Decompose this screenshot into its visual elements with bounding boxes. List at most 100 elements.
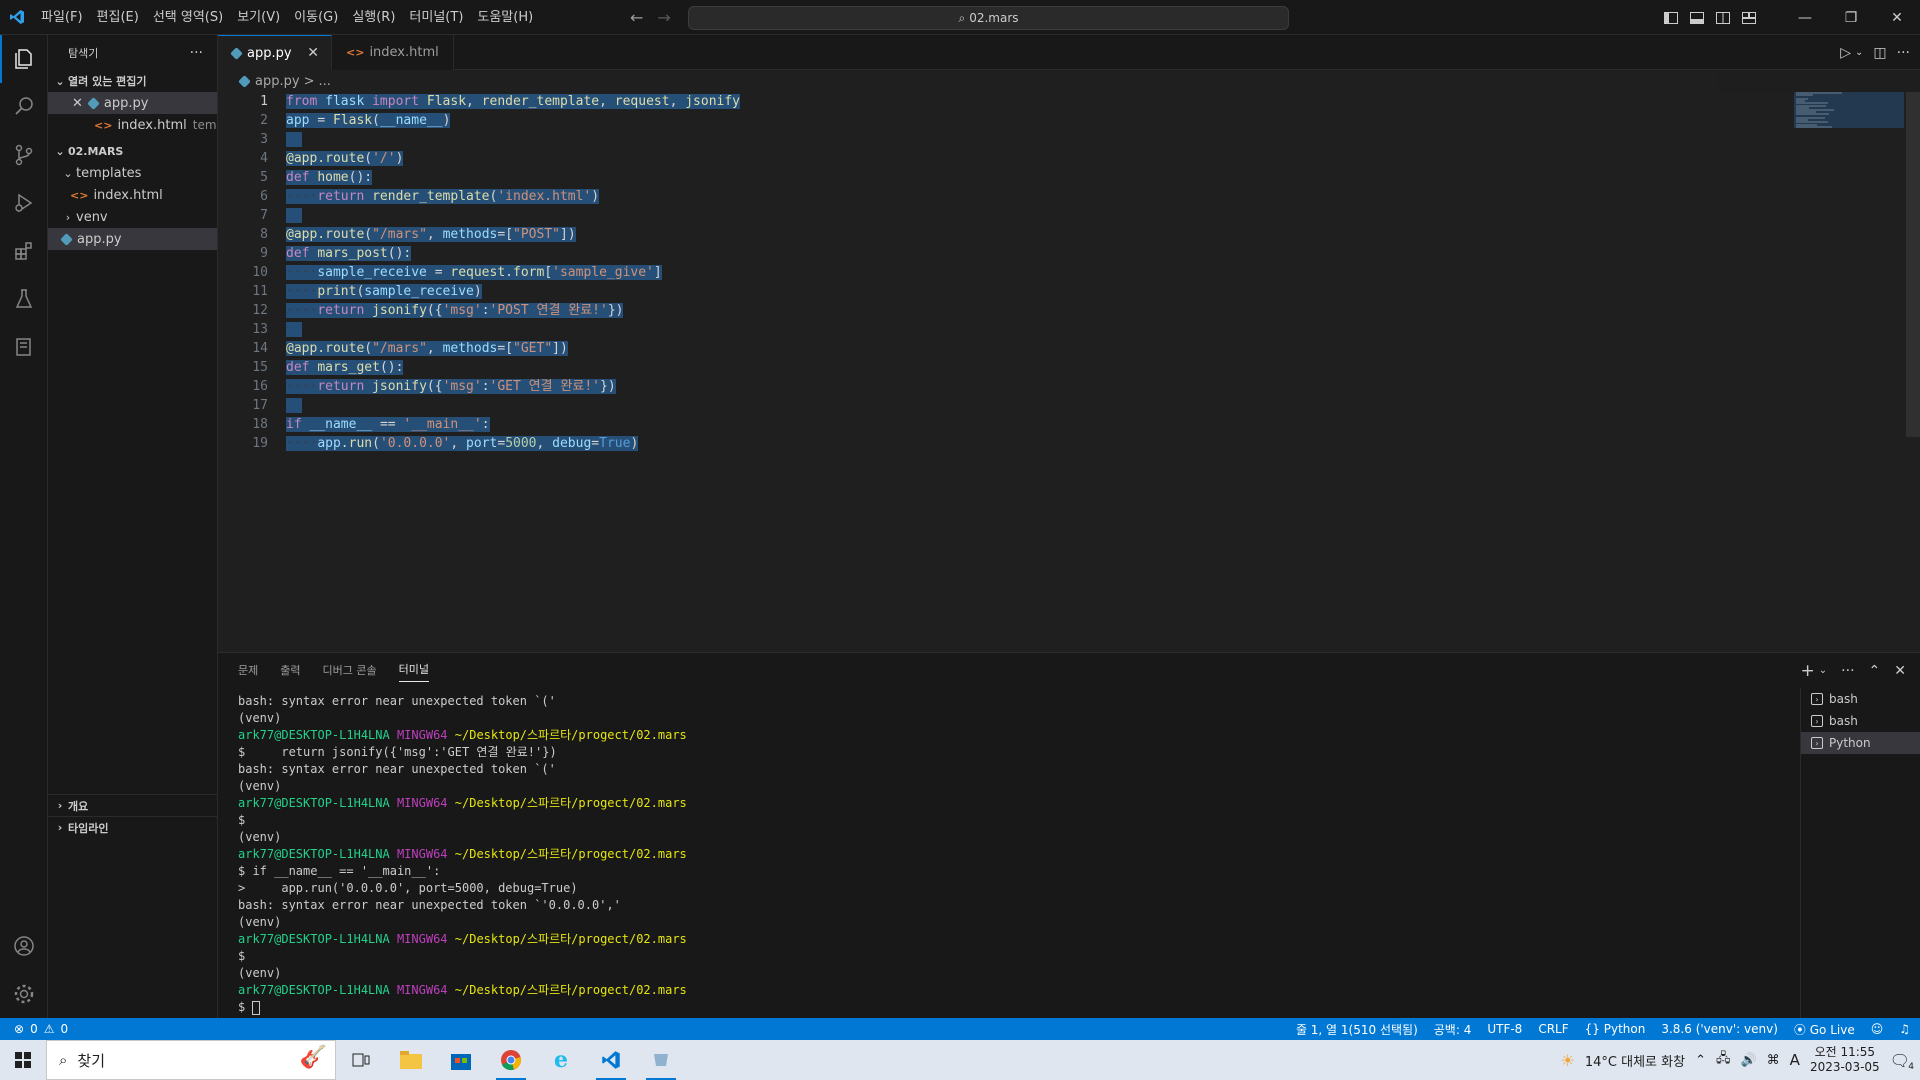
toggle-panel-icon[interactable] — [1684, 0, 1710, 35]
language-mode[interactable]: {} Python — [1585, 1022, 1646, 1036]
breadcrumb-file[interactable]: app.py — [255, 74, 300, 89]
menu-item[interactable]: 도움말(H) — [470, 0, 540, 35]
code-line[interactable]: ····return jsonify({'msg':'GET 연결 완료!'}) — [286, 377, 740, 396]
tab-app-py[interactable]: app.py ✕ — [218, 35, 332, 70]
microsoft-store-icon[interactable] — [436, 1040, 486, 1080]
terminal-instance[interactable]: › bash — [1801, 710, 1920, 732]
menu-item[interactable]: 선택 영역(S) — [146, 0, 230, 35]
internet-explorer-icon[interactable]: e — [536, 1040, 586, 1080]
toggle-secondary-sidebar-icon[interactable] — [1710, 0, 1736, 35]
terminal-prompt[interactable]: $ — [238, 999, 1778, 1016]
accounts-icon[interactable] — [0, 922, 48, 970]
open-editors-section[interactable]: ⌄ 열려 있는 편집기 — [48, 70, 217, 92]
code-line[interactable]: app = Flask(__name__) — [286, 111, 740, 130]
python-app-icon[interactable] — [636, 1040, 686, 1080]
menu-item[interactable]: 파일(F) — [34, 0, 90, 35]
weather-icon[interactable]: ☀ — [1561, 1051, 1575, 1070]
clock[interactable]: 오전 11:55 2023-03-05 — [1810, 1045, 1880, 1075]
chevron-up-icon[interactable]: ⌃ — [1695, 1053, 1706, 1068]
explorer-icon[interactable] — [0, 35, 48, 83]
code-line[interactable] — [286, 206, 740, 225]
panel-tab[interactable]: 문제 — [238, 653, 258, 688]
network-icon[interactable]: 🖧 — [1716, 1049, 1731, 1071]
volume-icon[interactable]: 🔊 — [1740, 1053, 1756, 1068]
chevron-down-icon[interactable]: ⌄ — [1855, 47, 1863, 58]
extensions-icon[interactable] — [0, 227, 48, 275]
terminal-output[interactable]: bash: syntax error near unexpected token… — [238, 693, 1778, 1016]
source-control-icon[interactable] — [0, 131, 48, 179]
tree-item-templates[interactable]: ⌄ templates — [48, 162, 217, 184]
more-actions-icon[interactable]: ··· — [190, 45, 203, 61]
menu-item[interactable]: 이동(G) — [287, 0, 345, 35]
back-arrow-icon[interactable]: ← — [630, 8, 643, 27]
code-line[interactable]: ····sample_receive = request.form['sampl… — [286, 263, 740, 282]
menu-item[interactable]: 터미널(T) — [402, 0, 470, 35]
breadcrumb-symbol[interactable]: ... — [318, 74, 330, 89]
warning-icon[interactable]: ⚠ — [44, 1022, 55, 1036]
manage-gear-icon[interactable] — [0, 970, 48, 1018]
file-explorer-icon[interactable] — [386, 1040, 436, 1080]
close-panel-icon[interactable]: ✕ — [1894, 663, 1906, 679]
cursor-position[interactable]: 줄 1, 열 1(510 선택됨) — [1296, 1021, 1418, 1038]
code-line[interactable]: ····app.run('0.0.0.0', port=5000, debug=… — [286, 434, 740, 453]
customize-layout-icon[interactable] — [1736, 0, 1762, 35]
close-icon[interactable]: ✕ — [72, 96, 83, 111]
open-editor-app-py[interactable]: ✕ app.py — [48, 92, 217, 114]
panel-tab[interactable]: 디버그 콘솔 — [323, 653, 377, 688]
chevron-down-icon[interactable]: ⌄ — [1819, 665, 1827, 676]
command-center[interactable]: ⌕ 02.mars — [688, 6, 1289, 30]
ime-icon[interactable]: ⌘ — [1767, 1053, 1780, 1068]
error-icon[interactable]: ⊗ — [14, 1022, 24, 1036]
minimap[interactable] — [1794, 92, 1904, 129]
menu-item[interactable]: 실행(R) — [345, 0, 402, 35]
error-count[interactable]: 0 — [30, 1022, 38, 1036]
go-live-button[interactable]: ⦿ Go Live — [1794, 1021, 1855, 1038]
open-editor-index-html[interactable]: <> index.html templ... — [48, 114, 217, 136]
tab-index-html[interactable]: <> index.html — [332, 35, 454, 70]
code-line[interactable]: @app.route('/') — [286, 149, 740, 168]
warning-count[interactable]: 0 — [60, 1022, 68, 1036]
tree-item-app-py[interactable]: app.py — [48, 228, 217, 250]
windows-start-icon[interactable] — [0, 1040, 46, 1080]
code-line[interactable]: @app.route("/mars", methods=["POST"]) — [286, 225, 740, 244]
code-line[interactable]: def mars_get(): — [286, 358, 740, 377]
minimize-button[interactable]: — — [1782, 0, 1828, 35]
search-activity-icon[interactable] — [0, 83, 48, 131]
code-line[interactable] — [286, 130, 740, 149]
new-terminal-icon[interactable]: + — [1801, 661, 1815, 681]
code-line[interactable]: def home(): — [286, 168, 740, 187]
maximize-panel-icon[interactable]: ⌃ — [1869, 663, 1881, 679]
code-line[interactable]: if __name__ == '__main__': — [286, 415, 740, 434]
code-line[interactable]: ····return jsonify({'msg':'POST 연결 완료!'}… — [286, 301, 740, 320]
tree-item-venv[interactable]: › venv — [48, 206, 217, 228]
code-area[interactable]: from flask import Flask, render_template… — [286, 92, 741, 453]
notification-center-icon[interactable]: 🗨 4 — [1890, 1051, 1914, 1072]
toggle-primary-sidebar-icon[interactable] — [1658, 0, 1684, 35]
close-window-button[interactable]: ✕ — [1874, 0, 1920, 35]
line-ending[interactable]: CRLF — [1538, 1022, 1568, 1036]
close-icon[interactable]: ✕ — [307, 45, 319, 61]
editor-scrollbar[interactable] — [1906, 92, 1920, 437]
more-actions-icon[interactable]: ··· — [1841, 663, 1854, 679]
more-actions-icon[interactable]: ··· — [1897, 45, 1910, 61]
code-line[interactable] — [286, 320, 740, 339]
forward-arrow-icon[interactable]: → — [657, 8, 670, 27]
tree-item-index-html[interactable]: <> index.html — [48, 184, 217, 206]
indentation[interactable]: 공백: 4 — [1434, 1021, 1472, 1038]
panel-tab[interactable]: 터미널 — [398, 659, 429, 682]
menu-item[interactable]: 편집(E) — [90, 0, 146, 35]
panel-tab[interactable]: 출력 — [280, 653, 300, 688]
code-line[interactable]: ····print(sample_receive) — [286, 282, 740, 301]
code-editor[interactable]: 1 2 3 4 5 6 7 8 9 10 11 12 13 14 15 16 17 18 19 from flask… — [218, 92, 1920, 652]
code-line[interactable] — [286, 396, 740, 415]
run-file-icon[interactable]: ▷ — [1840, 45, 1851, 61]
feedback-icon[interactable]: ☺ — [1871, 1022, 1884, 1036]
taskbar-search[interactable]: ⌕ 찾기 🎸 — [46, 1040, 336, 1080]
notifications-bell-icon[interactable]: ♫ — [1899, 1022, 1910, 1036]
vscode-taskbar-icon[interactable] — [586, 1040, 636, 1080]
weather-label[interactable]: 14°C 대체로 화창 — [1585, 1051, 1685, 1070]
code-line[interactable]: def mars_post(): — [286, 244, 740, 263]
project-section[interactable]: ⌄ 02.MARS — [48, 140, 217, 162]
code-line[interactable]: from flask import Flask, render_template… — [286, 92, 741, 111]
python-interpreter[interactable]: 3.8.6 ('venv': venv) — [1661, 1022, 1778, 1036]
